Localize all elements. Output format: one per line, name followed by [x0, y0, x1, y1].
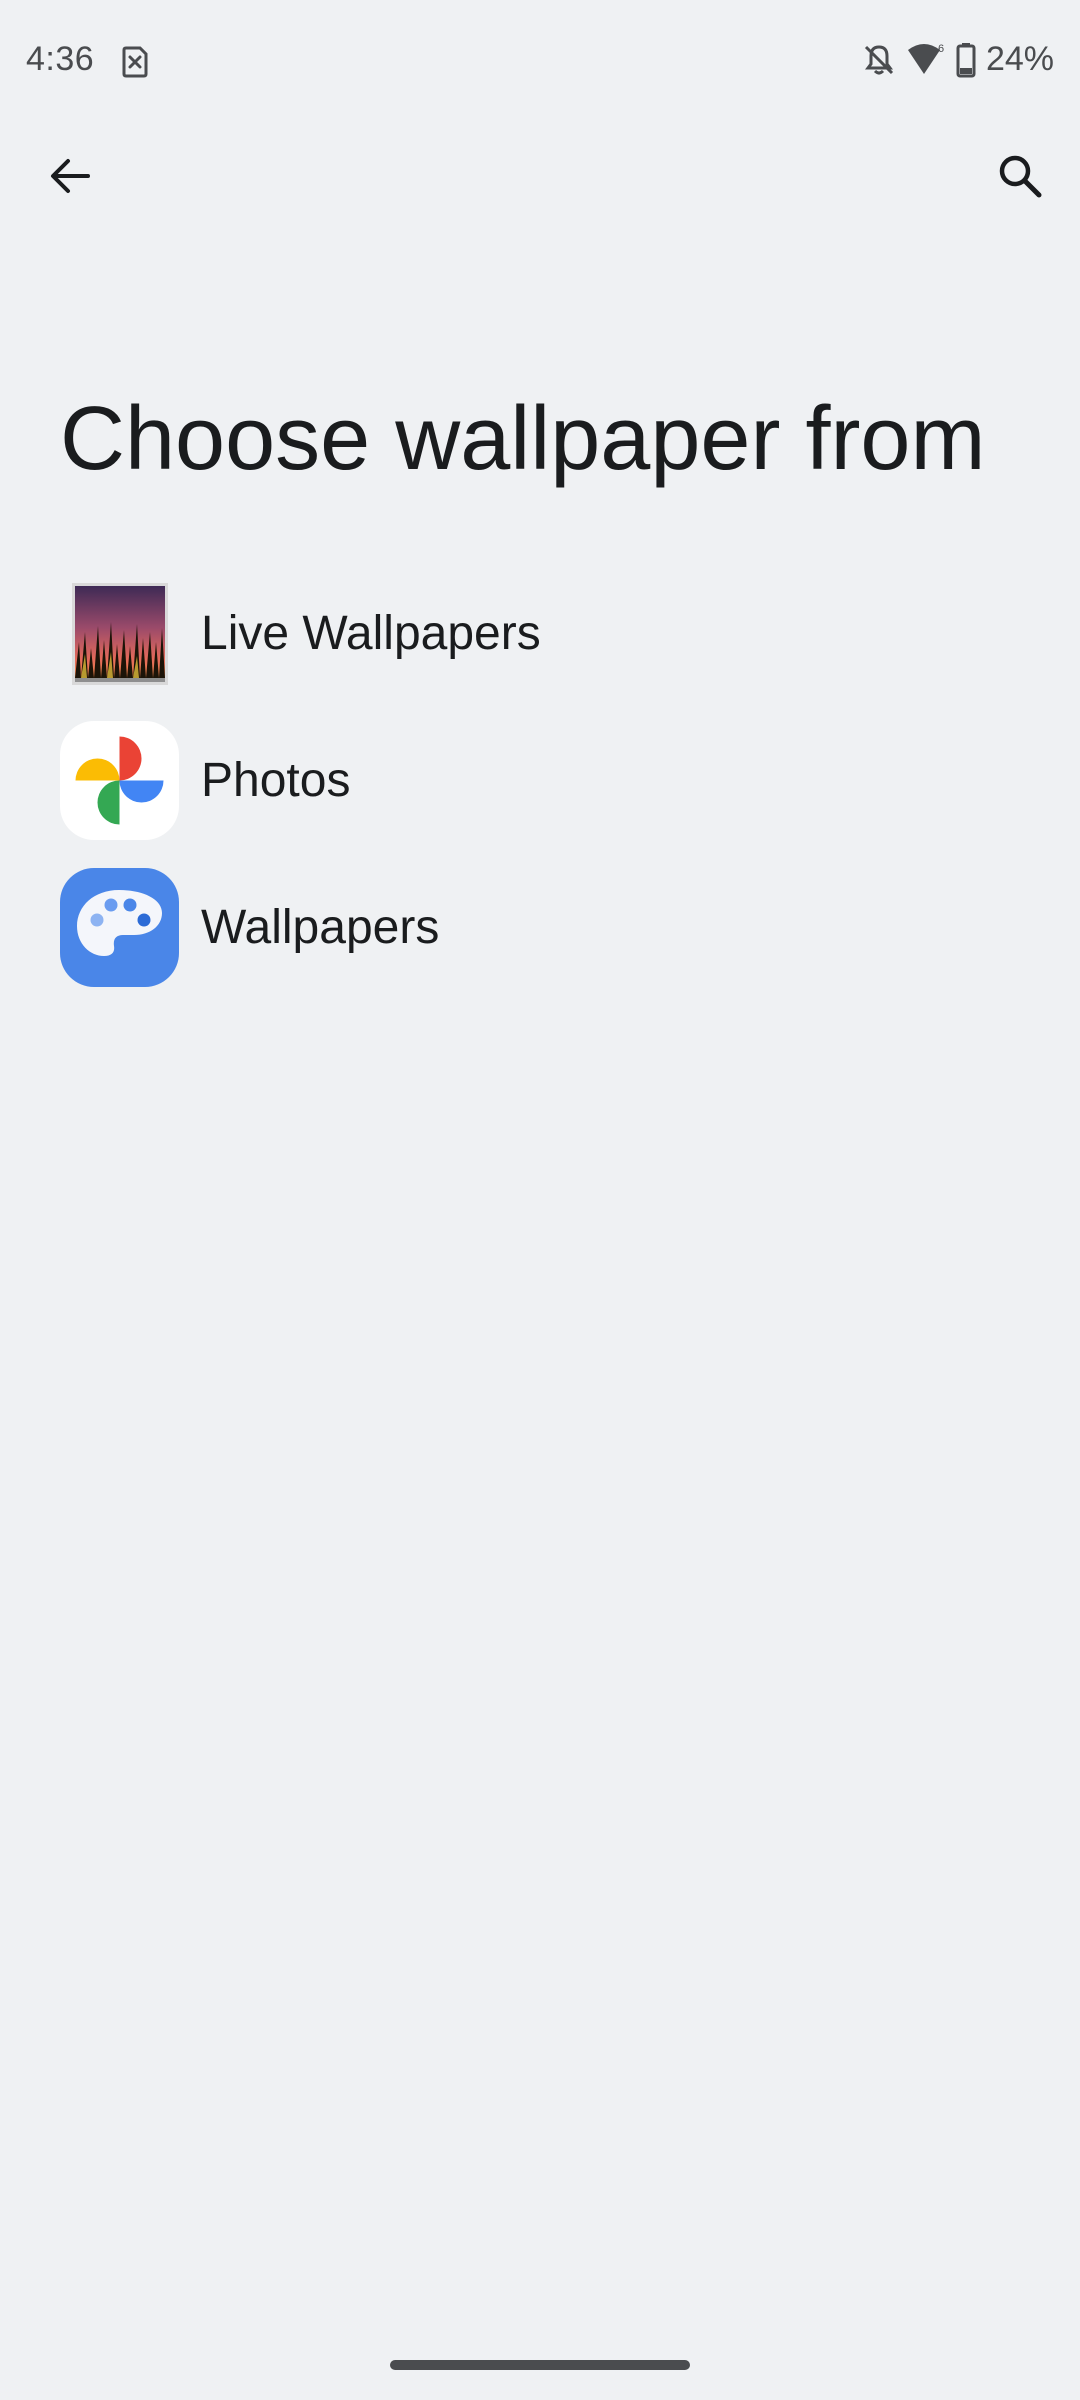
status-time: 4:36	[26, 40, 95, 78]
item-label: Photos	[201, 754, 351, 807]
google-photos-icon	[60, 721, 179, 840]
status-bar: 4:36 6 24%	[0, 0, 1080, 126]
list-item-photos[interactable]: Photos	[0, 707, 1080, 854]
item-label: Wallpapers	[201, 901, 440, 954]
chooser-list: Live Wallpapers Photos Wallpapers	[0, 560, 1080, 1001]
page-title: Choose wallpaper from	[60, 389, 986, 489]
search-button[interactable]	[978, 134, 1062, 218]
live-wallpapers-icon	[60, 574, 179, 693]
arrow-back-icon	[51, 159, 90, 193]
search-icon	[999, 155, 1042, 198]
bell-off-icon	[864, 44, 893, 74]
sim-error-icon	[122, 46, 148, 78]
list-item-live-wallpapers[interactable]: Live Wallpapers	[0, 560, 1080, 707]
app-bar	[0, 126, 1080, 222]
wallpapers-palette-icon	[60, 868, 179, 987]
back-button[interactable]	[28, 134, 112, 218]
status-icons: 6 24%	[862, 40, 1054, 79]
wifi-icon: 6	[907, 43, 944, 74]
item-label: Live Wallpapers	[201, 607, 541, 660]
battery-percent: 24%	[985, 40, 1054, 78]
svg-text:6: 6	[938, 43, 944, 55]
gesture-nav-handle[interactable]	[390, 2360, 690, 2370]
battery-icon	[956, 42, 976, 77]
list-item-wallpapers[interactable]: Wallpapers	[0, 854, 1080, 1001]
